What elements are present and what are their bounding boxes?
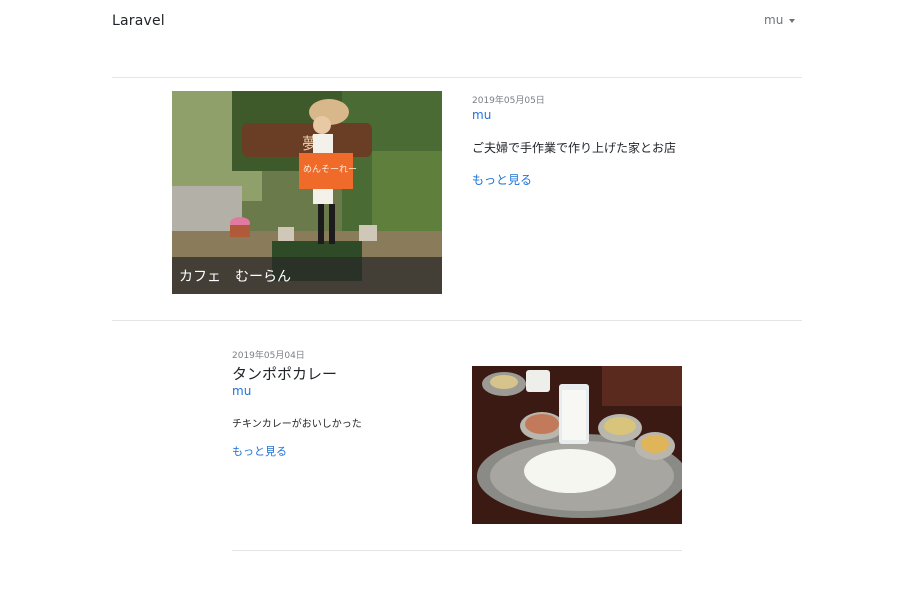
user-dropdown[interactable]: mu xyxy=(764,13,796,27)
post-body: チキンカレーがおいしかった xyxy=(232,419,362,430)
post-date: 2019年05月04日 xyxy=(232,351,305,361)
brand-logo-link[interactable]: Laravel xyxy=(112,13,165,29)
divider xyxy=(112,77,802,78)
post-image[interactable]: 夢 めんそーれー カフェ むーらん xyxy=(172,91,442,294)
divider xyxy=(112,320,802,321)
caret-down-icon xyxy=(789,18,796,23)
post-author-link[interactable]: mu xyxy=(472,108,491,122)
svg-text:めんそーれー: めんそーれー xyxy=(303,164,357,175)
curry-photo xyxy=(472,366,682,524)
user-name: mu xyxy=(764,13,784,27)
read-more-link[interactable]: もっと見る xyxy=(232,443,287,459)
divider xyxy=(232,550,682,551)
post-author-link[interactable]: mu xyxy=(232,384,251,398)
post-image[interactable] xyxy=(472,366,682,524)
post-title: タンポポカレー xyxy=(232,365,338,383)
post-title-overlay: カフェ むーらん xyxy=(172,257,442,294)
post-date: 2019年05月05日 xyxy=(472,96,545,106)
read-more-link[interactable]: もっと見る xyxy=(472,171,532,188)
top-navbar: Laravel mu xyxy=(0,0,914,48)
post-body: ご夫婦で手作業で作り上げた家とお店 xyxy=(472,141,677,155)
